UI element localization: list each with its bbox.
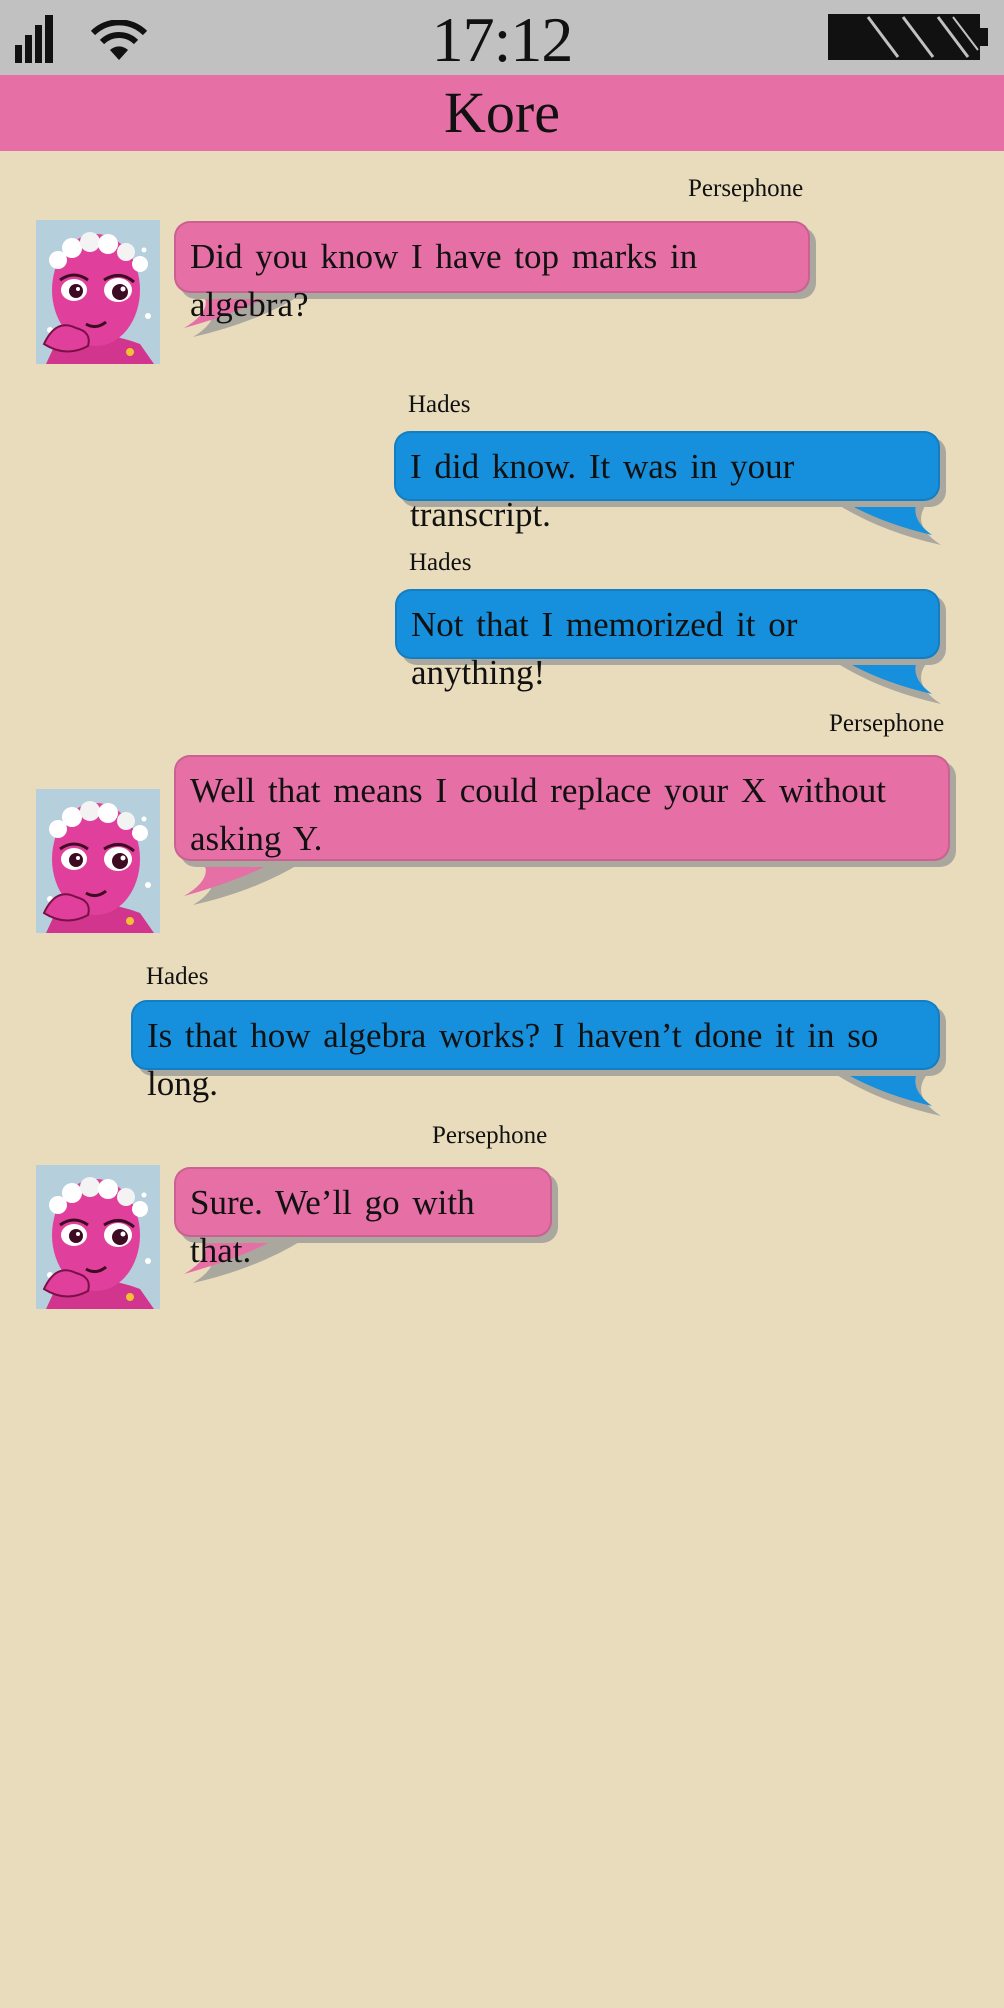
persephone-avatar — [36, 789, 160, 933]
message-sender: Persephone — [829, 710, 945, 737]
status-bar: 17:12 — [0, 0, 1004, 75]
conversation-header: Kore — [0, 75, 1004, 151]
message-sender: Hades — [409, 549, 472, 576]
message-bubble: Is that how algebra works? I haven’t don… — [131, 1000, 940, 1103]
persephone-avatar — [36, 220, 160, 364]
message-bubble: Did you know I have top marks in algebra… — [174, 221, 810, 324]
message-bubble: Well that means I could replace your X w… — [174, 755, 950, 861]
conversation-title: Kore — [444, 80, 560, 145]
message-sender: Persephone — [432, 1122, 548, 1149]
message-sender: Persephone — [688, 175, 804, 202]
message-bubble: Not that I memorized it or anything! — [395, 589, 940, 692]
battery-icon — [828, 14, 988, 60]
message-bubble: Sure. We’ll go with that. — [174, 1167, 552, 1270]
message-sender: Hades — [146, 963, 209, 990]
persephone-avatar — [36, 1165, 160, 1309]
message-bubble: I did know. It was in your transcript. — [394, 431, 940, 534]
message-sender: Hades — [408, 391, 471, 418]
